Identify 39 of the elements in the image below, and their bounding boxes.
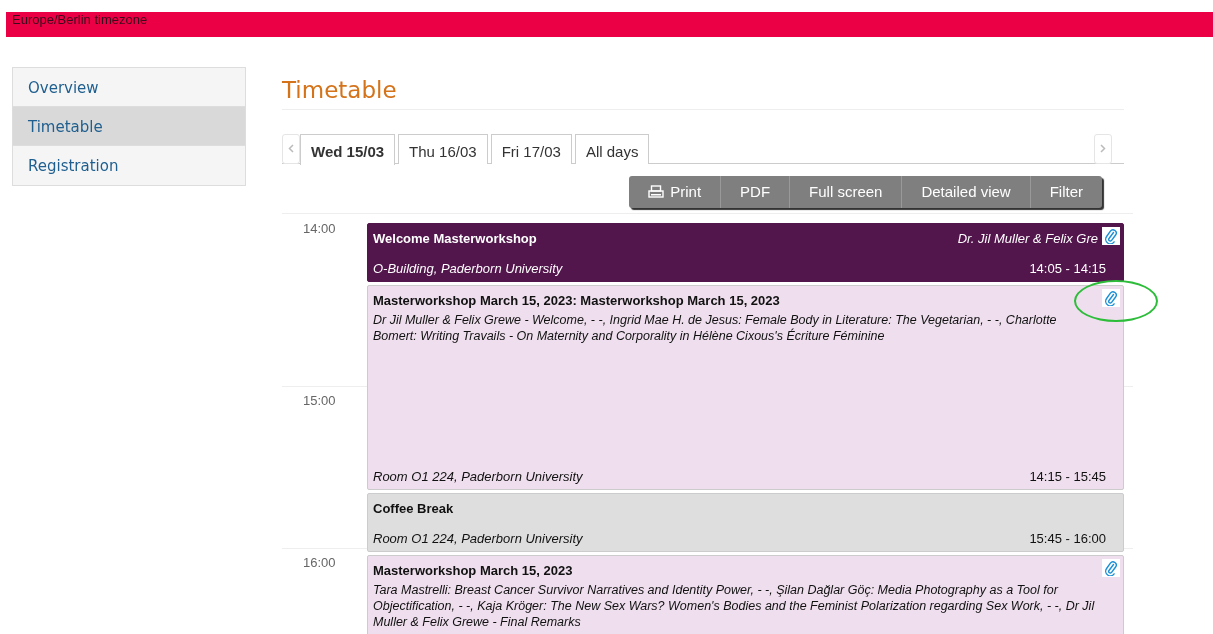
entry-title: Welcome Masterworkshop — [373, 230, 537, 249]
toolbar-button[interactable]: Full screen — [789, 175, 902, 209]
printer-icon — [648, 184, 665, 199]
entry-time: 15:45 - 16:00 — [1029, 529, 1106, 548]
toolbar-button[interactable]: PDF — [720, 175, 790, 209]
sidebar-item[interactable]: Overview — [13, 68, 245, 107]
page-title: Timetable — [282, 77, 1124, 110]
timezone-label: Europe/Berlin timezone — [12, 13, 148, 27]
day-tab[interactable]: All days — [574, 133, 650, 164]
day-tab[interactable]: Thu 16/03 — [398, 133, 488, 164]
entry-title: Masterworkshop March 15, 2023: Masterworkshop March 15, 2023 — [373, 292, 780, 311]
entry-location: O-Building, Paderborn University — [373, 259, 563, 278]
sidebar-item[interactable]: Registration — [13, 146, 245, 185]
toolbar-button[interactable]: Print — [629, 175, 721, 209]
hour-label: 15:00 — [303, 392, 336, 411]
hour-label: 14:00 — [303, 220, 336, 239]
paperclip-icon[interactable] — [1102, 289, 1120, 308]
entry-location: Room O1 224, Paderborn University — [373, 529, 583, 548]
entry-speakers: Dr. Jil Muller & Felix Gre — [957, 230, 1098, 249]
timetable-entry[interactable]: Welcome Masterworkshop Dr. Jil Muller & Felix Gre O-Building, Paderborn University 14:05 - 14:15 — [367, 223, 1124, 283]
entry-location: Room O1 224, Paderborn University — [373, 467, 583, 486]
day-tab[interactable]: Fri 17/03 — [490, 133, 572, 164]
chevron-right-icon — [1100, 144, 1106, 154]
paperclip-icon[interactable] — [1102, 559, 1120, 578]
entry-description: Dr Jil Muller & Felix Grewe - Welcome, - -, Ingrid Mae H. de Jesus: Female Body in Literature: The Vegetarian, - -, Charlotte Bomert: Writing Travails - On Maternity and Corporality in Hélène Cixous's Écriture Féminine — [373, 311, 1058, 344]
toolbar-button[interactable]: Filter — [1029, 175, 1102, 209]
entry-time: 14:05 - 14:15 — [1029, 259, 1106, 278]
timetable-entry[interactable] — [367, 285, 1124, 491]
chevron-left-icon — [288, 144, 294, 154]
day-tab[interactable]: Wed 15/03 — [300, 133, 396, 165]
sidebar-item[interactable]: Timetable — [13, 107, 245, 146]
timetable-entry[interactable]: Coffee Break Room O1 224, Paderborn University 15:45 - 16:00 — [367, 493, 1124, 553]
toolbar-button[interactable]: Detailed view — [901, 175, 1030, 209]
entry-title: Masterworkshop March 15, 2023 — [373, 562, 573, 581]
paperclip-icon[interactable] — [1102, 227, 1120, 246]
entry-title: Coffee Break — [373, 500, 454, 519]
hour-label: 16:00 — [303, 554, 336, 573]
entry-time: 14:15 - 15:45 — [1029, 467, 1106, 486]
entry-description: Tara Mastrelli: Breast Cancer Survivor Narratives and Identity Power, - -, Şilan Dağlar Göç: Media Photography as a Tool for Objectification, - -, Kaja Kröger: The New Sex Wars? Women's Bodies and the Feminist Polarization regarding Sex Work, - -, Dr Jil Muller & Felix Grewe - Final Remarks — [373, 581, 1096, 630]
